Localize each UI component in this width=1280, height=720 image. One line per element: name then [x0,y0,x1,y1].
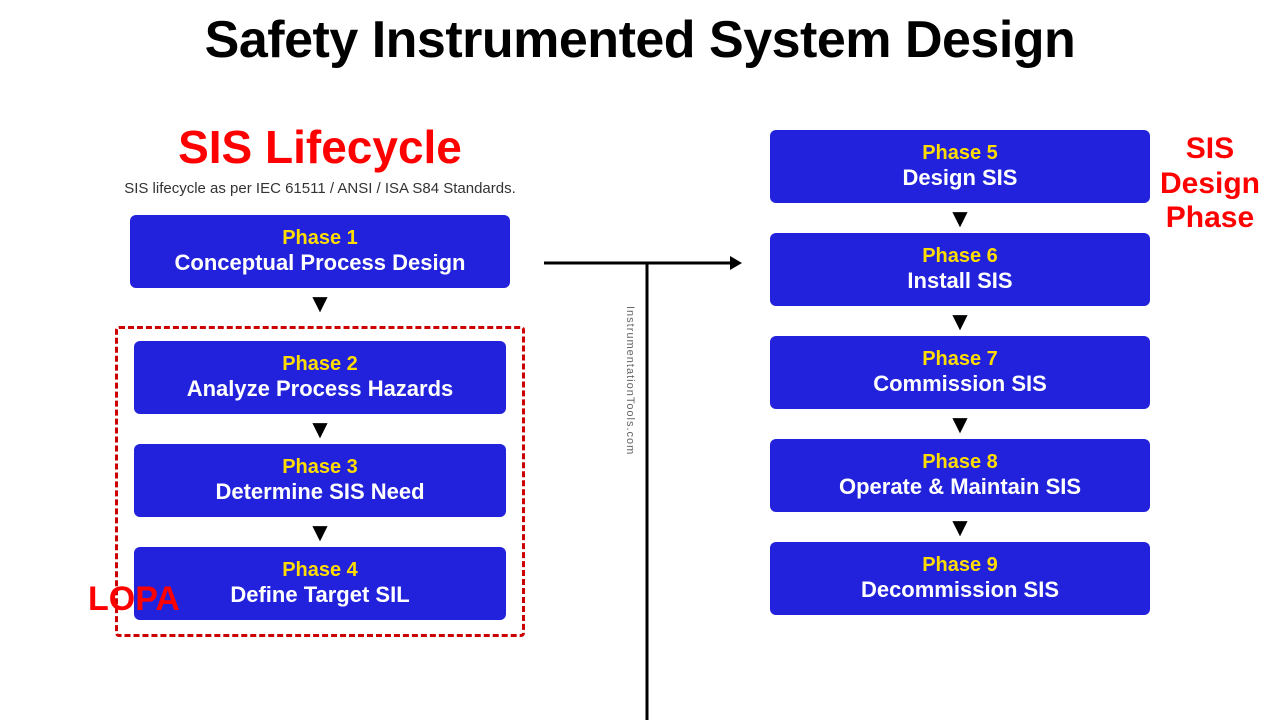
arrow-5-6: ▼ [770,205,1150,231]
phase7-label: Phase 7 [786,348,1134,371]
arrow-1-2: ▼ [130,290,510,316]
phase5-label: Phase 5 [786,142,1134,165]
phase9-box: Phase 9 Decommission SIS [770,542,1150,615]
lopa-label: LOPA [88,580,180,619]
phase2-box: Phase 2 Analyze Process Hazards [134,341,506,414]
arrow-8-9: ▼ [770,514,1150,540]
phase8-box: Phase 8 Operate & Maintain SIS [770,439,1150,512]
phase7-box: Phase 7 Commission SIS [770,336,1150,409]
phase2-label: Phase 2 [150,353,490,376]
phase4-box: Phase 4 Define Target SIL [134,547,506,620]
arrow-7-8: ▼ [770,411,1150,437]
phase9-label: Phase 9 [786,554,1134,577]
lifecycle-subtitle: SIS lifecycle as per IEC 61511 / ANSI / … [40,180,600,197]
phase6-box: Phase 6 Install SIS [770,233,1150,306]
arrow-6-7: ▼ [770,308,1150,334]
phase8-desc: Operate & Maintain SIS [786,474,1134,500]
phase1-box: Phase 1 Conceptual Process Design [130,215,510,288]
left-panel: SIS Lifecycle SIS lifecycle as per IEC 6… [40,120,600,637]
phase6-desc: Install SIS [786,268,1134,294]
sis-design-phase-label: SISDesignPhase [1160,132,1260,236]
sis-lifecycle-title: SIS Lifecycle [40,120,600,174]
phase4-desc: Define Target SIL [150,582,490,608]
phase3-box: Phase 3 Determine SIS Need [134,444,506,517]
phase3-label: Phase 3 [150,456,490,479]
phase1-desc: Conceptual Process Design [146,250,494,276]
phase1-label: Phase 1 [146,227,494,250]
arrow-2-3: ▼ [134,416,506,442]
phase2-desc: Analyze Process Hazards [150,376,490,402]
phase3-desc: Determine SIS Need [150,479,490,505]
phase4-label: Phase 4 [150,559,490,582]
watermark: InstrumentationTools.com [624,306,636,455]
right-panel: Phase 5 Design SIS ▼ Phase 6 Install SIS… [770,130,1150,615]
phase8-label: Phase 8 [786,451,1134,474]
phase5-box: Phase 5 Design SIS [770,130,1150,203]
main-title: Safety Instrumented System Design [0,0,1280,69]
phase7-desc: Commission SIS [786,371,1134,397]
phase9-desc: Decommission SIS [786,577,1134,603]
phase5-desc: Design SIS [786,165,1134,191]
arrow-3-4: ▼ [134,519,506,545]
phase6-label: Phase 6 [786,245,1134,268]
